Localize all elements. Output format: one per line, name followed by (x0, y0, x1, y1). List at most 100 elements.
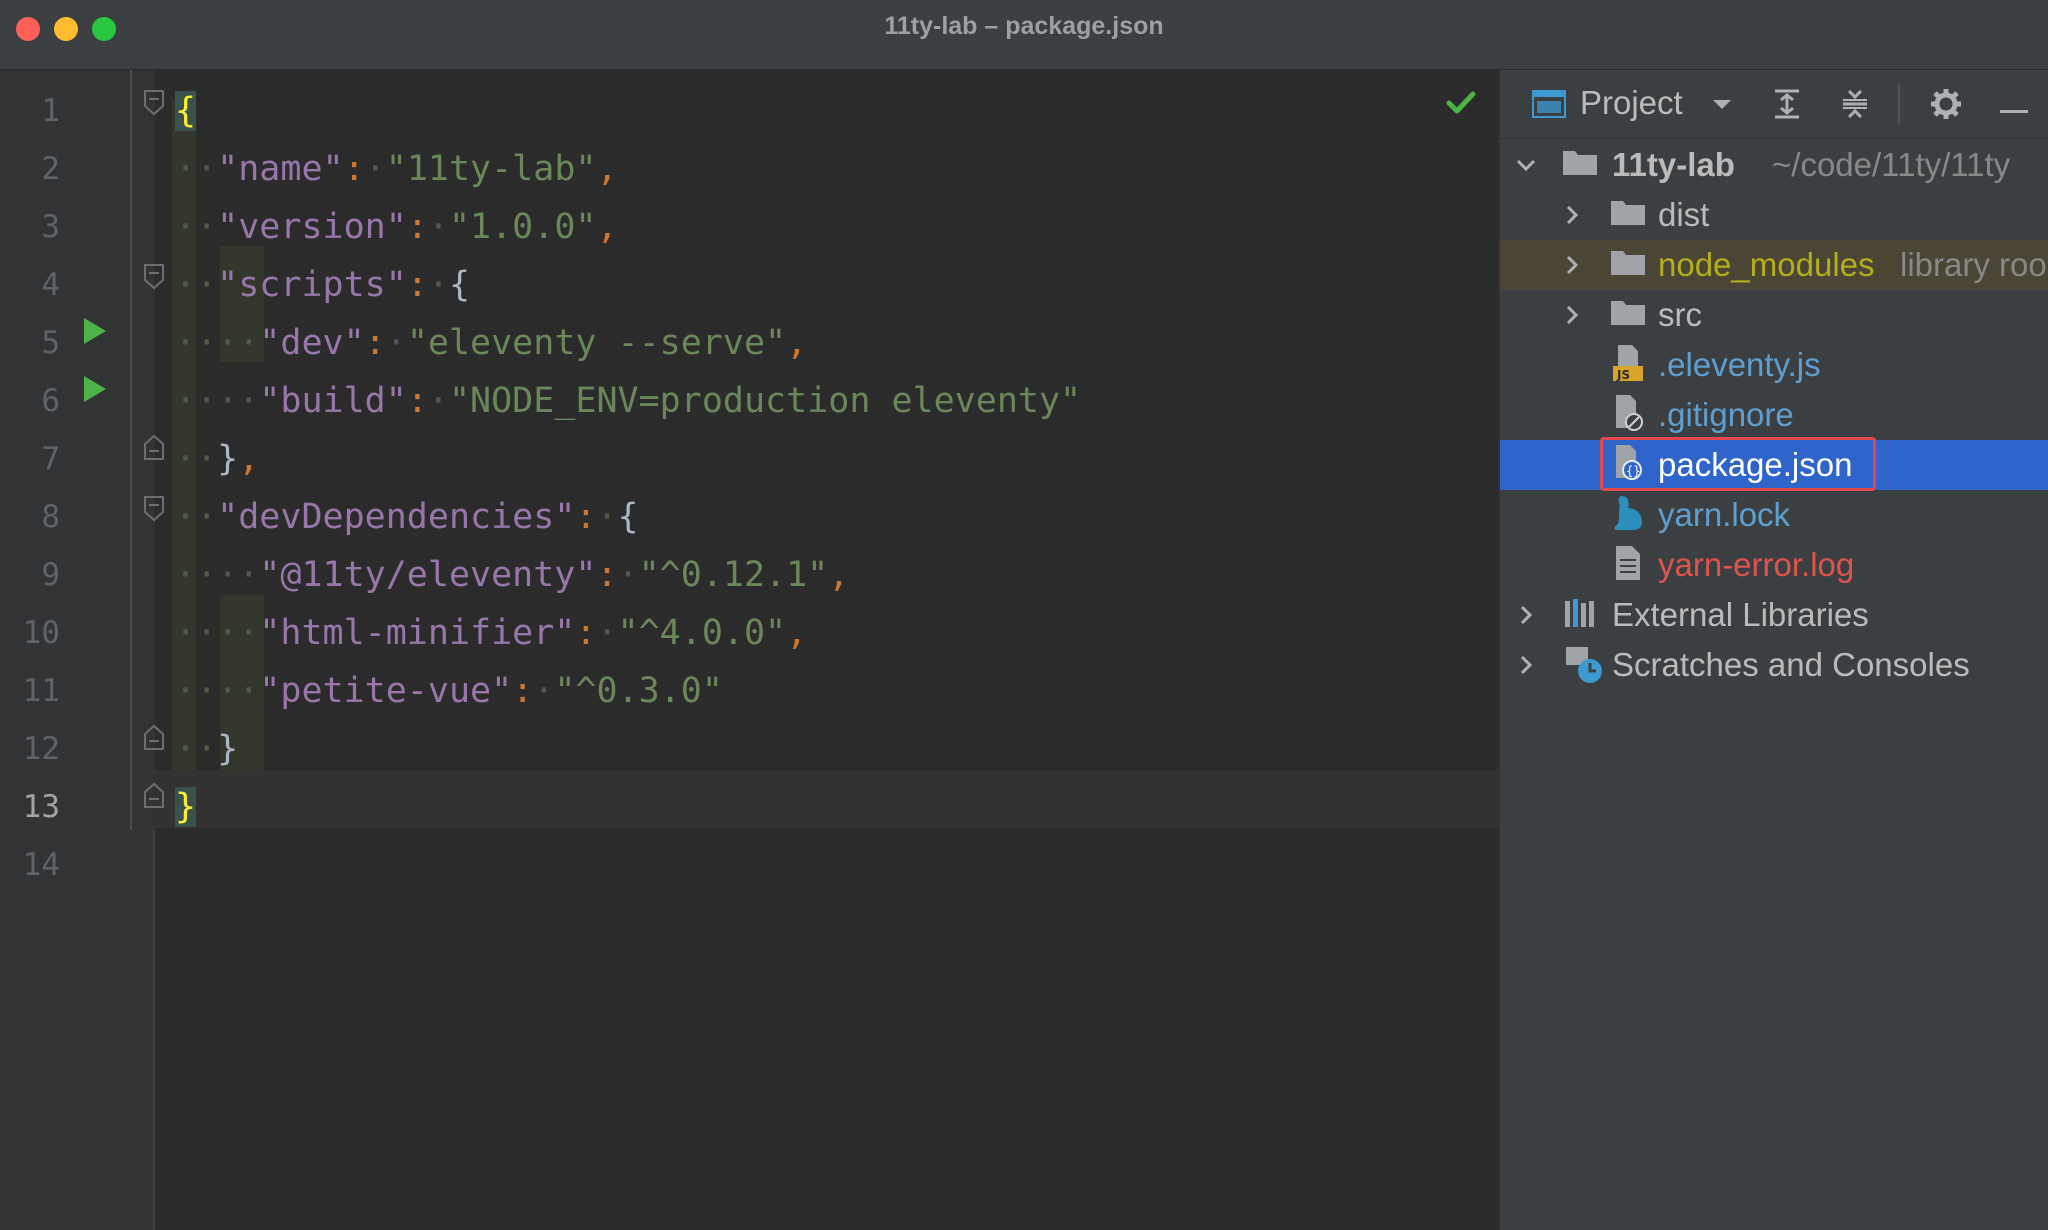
root-folder-name: 11ty-lab (1612, 146, 1735, 183)
code-line-6: ····"build":·"NODE_ENV=production eleven… (175, 381, 1082, 421)
folder-icon (1610, 197, 1646, 232)
code-line-12: ··} (175, 729, 239, 769)
colon: : (575, 613, 597, 653)
fold-end-marker-icon[interactable] (144, 434, 164, 460)
tree-item-dist[interactable]: dist (1500, 190, 2048, 240)
no-problems-check-icon[interactable] (1446, 90, 1476, 121)
tree-item-yarn-error-log[interactable]: yarn-error.log (1500, 540, 2048, 590)
fold-marker-icon[interactable] (144, 90, 164, 116)
json-key: "name" (217, 149, 344, 189)
project-view-icon (1532, 90, 1566, 123)
comma: , (596, 149, 618, 189)
chevron-right-icon[interactable] (1514, 653, 1538, 682)
json-string: "NODE_ENV=production eleventy" (448, 381, 1082, 421)
gutter-separator-lower (153, 830, 155, 1230)
library-icon (1564, 597, 1600, 634)
fold-end-marker-icon[interactable] (144, 724, 164, 750)
tree-item-eleventy-js[interactable]: JS .eleventy.js (1500, 340, 2048, 390)
svg-text:JS: JS (1616, 368, 1630, 382)
json-string: "^0.12.1" (638, 555, 829, 595)
tree-item-src[interactable]: src (1500, 290, 2048, 340)
code-line-5: ····"dev":·"eleventy --serve", (175, 323, 808, 363)
close-brace-matched: } (175, 787, 197, 827)
json-string: "^0.3.0" (554, 671, 723, 711)
colon: : (364, 323, 386, 363)
colon: : (596, 555, 618, 595)
chevron-right-icon[interactable] (1560, 203, 1584, 232)
chevron-right-icon[interactable] (1560, 303, 1584, 332)
line-number-current: 13 (22, 789, 60, 825)
line-number: 14 (22, 847, 60, 883)
tree-item-scratches[interactable]: Scratches and Consoles (1500, 640, 2048, 690)
chevron-right-icon[interactable] (1560, 253, 1584, 282)
fold-marker-icon[interactable] (144, 264, 164, 290)
tree-item-yarn-lock[interactable]: yarn.lock (1500, 490, 2048, 540)
line-number: 11 (22, 673, 60, 709)
code-editor[interactable]: 1 2 3 4 5 6 7 8 9 10 11 12 13 14 {··"na… (0, 70, 1498, 1230)
yarn-cat-icon (1612, 494, 1646, 537)
comma: , (786, 323, 808, 363)
tree-item-external-libraries[interactable]: External Libraries (1500, 590, 2048, 640)
code-line-1: { (175, 82, 197, 140)
close-brace: } (217, 439, 239, 479)
gear-icon[interactable] (1930, 88, 1962, 125)
tree-item-label: node_modules (1658, 246, 1875, 283)
current-line-highlight (155, 770, 1498, 828)
chevron-right-icon[interactable] (1514, 603, 1538, 632)
code-line-7: ··}, (175, 439, 260, 479)
colon: : (512, 671, 534, 711)
colon: : (406, 381, 428, 421)
line-number: 10 (22, 615, 60, 651)
tree-root-row[interactable]: 11ty-lab ~/code/11ty/11ty (1500, 140, 2048, 190)
line-number: 12 (22, 731, 60, 767)
open-brace: { (175, 91, 197, 131)
folder-icon (1610, 247, 1646, 282)
fold-end-marker-icon[interactable] (144, 782, 164, 808)
tree-item-gitignore[interactable]: .gitignore (1500, 390, 2048, 440)
fold-marker-icon[interactable] (144, 496, 164, 522)
line-number: 2 (41, 151, 60, 187)
project-view-label[interactable]: Project (1580, 84, 1683, 122)
comma: , (828, 555, 850, 595)
project-tool-window: Project 11ty-lab ~/code/11ty/11ty dist n… (1498, 70, 2048, 1230)
ignore-file-icon (1612, 394, 1644, 437)
json-string: "11ty-lab" (385, 149, 597, 189)
expand-all-icon[interactable] (1772, 88, 1802, 125)
json-key: "petite-vue" (259, 671, 513, 711)
json-key: "@11ty/eleventy" (259, 555, 597, 595)
root-folder-path: ~/code/11ty/11ty (1772, 146, 2011, 183)
folder-icon (1610, 297, 1646, 332)
tree-item-label: yarn-error.log (1658, 546, 1855, 583)
json-key: "dev" (259, 323, 365, 363)
header-divider (1898, 84, 1900, 124)
hide-pane-icon[interactable] (2000, 102, 2028, 120)
tree-item-label: Scratches and Consoles (1612, 646, 1970, 683)
code-line-11: ····"petite-vue":·"^0.3.0" (175, 671, 723, 711)
colon: : (575, 497, 597, 537)
line-number: 3 (41, 209, 60, 245)
tree-item-node-modules[interactable]: node_modules library roo (1500, 240, 2048, 290)
comma: , (238, 439, 260, 479)
collapse-all-icon[interactable] (1840, 88, 1870, 125)
comma: , (596, 207, 618, 247)
code-line-4: ··"scripts":·{ (175, 265, 471, 305)
chevron-down-icon[interactable] (1514, 153, 1538, 182)
scratches-clock-icon (1564, 645, 1604, 690)
colon: : (406, 265, 428, 305)
colon: : (343, 149, 365, 189)
gutter-separator (130, 70, 132, 830)
title-bar: 11ty-lab – package.json (0, 0, 2048, 70)
tree-item-label: src (1658, 296, 1702, 333)
highlight-box (1600, 437, 1876, 491)
tree-item-label: .gitignore (1658, 396, 1794, 433)
line-number: 1 (41, 93, 60, 129)
view-dropdown-icon[interactable] (1712, 98, 1732, 117)
tree-item-label: .eleventy.js (1658, 346, 1821, 383)
run-script-dev-icon[interactable] (84, 318, 106, 344)
json-key: "build" (259, 381, 407, 421)
run-script-build-icon[interactable] (84, 376, 106, 402)
folder-icon (1562, 147, 1598, 182)
tree-item-label: yarn.lock (1658, 496, 1791, 533)
tree-item-package-json[interactable]: {} package.json (1500, 437, 2048, 491)
javascript-file-icon: JS (1612, 344, 1644, 387)
